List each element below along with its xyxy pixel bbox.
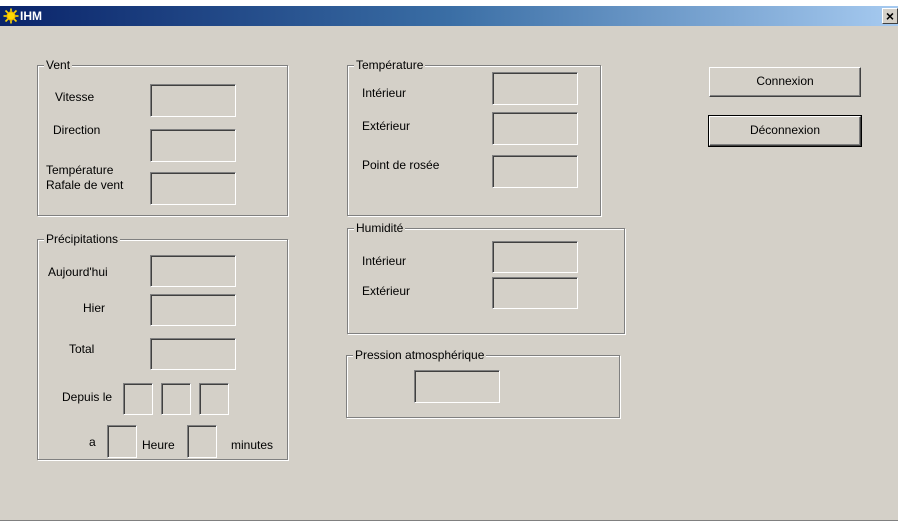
connexion-button[interactable]: Connexion — [709, 67, 861, 97]
rosee-label: Point de rosée — [362, 158, 440, 172]
direction-label: Direction — [53, 123, 101, 137]
humidite-group: Humidité Intérieur Extérieur — [347, 221, 625, 334]
precipitations-legend: Précipitations — [44, 232, 121, 246]
window-title: IHM — [20, 9, 42, 23]
temperature-group: Température Intérieur Extérieur Point de… — [347, 58, 601, 216]
temperature-legend: Température — [354, 58, 426, 72]
depuis-month-field[interactable] — [161, 383, 191, 415]
title-bar[interactable]: IHM × — [0, 6, 898, 26]
deconnexion-button[interactable]: Déconnexion — [708, 115, 862, 147]
vent-group: Vent Vitesse Direction Température Rafal… — [37, 58, 288, 216]
temp-exterieur-label: Extérieur — [362, 119, 411, 133]
pression-group: Pression atmosphérique — [346, 348, 620, 418]
pression-field[interactable] — [414, 370, 500, 403]
heure-field[interactable] — [107, 425, 137, 458]
rosee-field[interactable] — [492, 155, 578, 188]
depuis-label: Depuis le — [62, 390, 113, 404]
pression-legend: Pression atmosphérique — [353, 348, 487, 362]
heure-label: Heure — [142, 438, 175, 452]
close-icon: × — [885, 8, 895, 24]
total-label: Total — [69, 342, 95, 356]
rafale-field[interactable] — [150, 172, 236, 205]
total-field[interactable] — [150, 338, 236, 370]
vent-temperature-label: Température — [46, 163, 114, 177]
vitesse-field[interactable] — [150, 84, 236, 117]
a-label: a — [89, 435, 96, 449]
aujourdhui-label: Aujourd'hui — [48, 265, 108, 279]
close-button[interactable]: × — [882, 8, 898, 24]
temp-exterieur-field[interactable] — [492, 112, 578, 145]
hum-exterieur-field[interactable] — [492, 277, 578, 309]
precipitations-group: Précipitations Aujourd'hui Hier Total De… — [37, 232, 288, 460]
sun-icon — [3, 8, 19, 24]
temp-interieur-label: Intérieur — [362, 86, 407, 100]
vitesse-label: Vitesse — [55, 90, 95, 104]
aujourdhui-field[interactable] — [150, 255, 236, 287]
hum-interieur-label: Intérieur — [362, 254, 407, 268]
minutes-field[interactable] — [187, 425, 217, 458]
temp-interieur-field[interactable] — [492, 72, 578, 105]
direction-field[interactable] — [150, 129, 236, 162]
vent-legend: Vent — [44, 58, 73, 72]
hum-interieur-field[interactable] — [492, 241, 578, 273]
rafale-label: Rafale de vent — [46, 178, 124, 192]
hier-label: Hier — [83, 301, 106, 315]
humidite-legend: Humidité — [354, 221, 406, 235]
minutes-label: minutes — [231, 438, 274, 452]
main-window: IHM × Vent Vitesse Direction Température… — [0, 6, 898, 521]
depuis-day-field[interactable] — [123, 383, 153, 415]
depuis-year-field[interactable] — [199, 383, 229, 415]
hier-field[interactable] — [150, 294, 236, 326]
hum-exterieur-label: Extérieur — [362, 284, 411, 298]
